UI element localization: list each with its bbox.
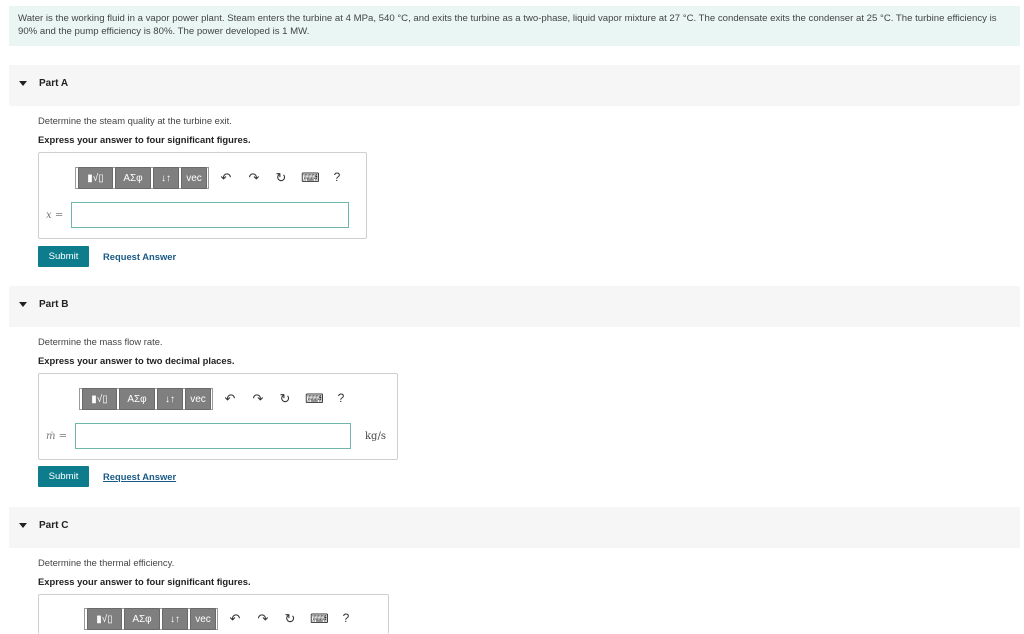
part-c-instruction: Express your answer to four significant … xyxy=(38,576,251,587)
keyboard-icon[interactable]: ⌨ xyxy=(301,170,320,186)
greek-symbols-button[interactable]: ΑΣφ xyxy=(115,167,151,189)
collapse-caret-icon[interactable] xyxy=(19,302,27,307)
templates-button[interactable]: ▮√▯ xyxy=(82,388,117,410)
part-c-question: Determine the thermal efficiency. xyxy=(38,557,175,568)
undo-icon[interactable]: ↶ xyxy=(227,611,243,627)
sub-superscript-button[interactable]: ↓↑ xyxy=(153,167,179,189)
part-a-label: Part A xyxy=(39,78,69,89)
part-b-header[interactable]: Part B xyxy=(9,286,1020,327)
part-c-header[interactable]: Part C xyxy=(9,507,1020,548)
keyboard-icon[interactable]: ⌨ xyxy=(310,611,329,627)
vector-button[interactable]: vec xyxy=(185,388,211,410)
part-b-submit-button[interactable]: Submit xyxy=(38,466,89,487)
redo-icon[interactable]: ↷ xyxy=(250,391,266,407)
vector-button[interactable]: vec xyxy=(190,608,216,630)
part-b-label: Part B xyxy=(39,299,69,310)
templates-button[interactable]: ▮√▯ xyxy=(78,167,113,189)
part-a-answer-input[interactable] xyxy=(71,202,349,228)
part-a-variable-label: x = xyxy=(46,210,64,221)
help-icon[interactable]: ? xyxy=(333,391,349,405)
undo-icon[interactable]: ↶ xyxy=(218,170,234,186)
sub-superscript-button[interactable]: ↓↑ xyxy=(162,608,188,630)
part-b-unit-label: kg/s xyxy=(365,431,386,442)
templates-button[interactable]: ▮√▯ xyxy=(87,608,122,630)
reset-icon[interactable]: ↻ xyxy=(273,170,289,186)
greek-symbols-button[interactable]: ΑΣφ xyxy=(119,388,155,410)
keyboard-icon[interactable]: ⌨ xyxy=(305,391,324,407)
part-c-math-toolbar: ▮√▯ ΑΣφ ↓↑ vec ↶ ↷ ↻ ⌨ ? xyxy=(84,608,384,630)
part-b-request-answer-link[interactable]: Request Answer xyxy=(103,471,176,482)
part-b-answer-input[interactable] xyxy=(75,423,351,449)
collapse-caret-icon[interactable] xyxy=(19,81,27,86)
vector-button[interactable]: vec xyxy=(181,167,207,189)
part-a-answer-box: ▮√▯ ΑΣφ ↓↑ vec ↶ ↷ ↻ ⌨ ? x = xyxy=(38,152,367,239)
part-a-math-toolbar: ▮√▯ ΑΣφ ↓↑ vec ↶ ↷ ↻ ⌨ ? xyxy=(75,167,365,189)
greek-symbols-button[interactable]: ΑΣφ xyxy=(124,608,160,630)
part-a-question: Determine the steam quality at the turbi… xyxy=(38,115,232,126)
problem-statement: Water is the working fluid in a vapor po… xyxy=(9,6,1020,46)
reset-icon[interactable]: ↻ xyxy=(277,391,293,407)
problem-text: Water is the working fluid in a vapor po… xyxy=(18,13,997,37)
part-a-submit-button[interactable]: Submit xyxy=(38,246,89,267)
redo-icon[interactable]: ↷ xyxy=(255,611,271,627)
part-c-answer-box: ▮√▯ ΑΣφ ↓↑ vec ↶ ↷ ↻ ⌨ ? xyxy=(38,594,389,634)
sub-superscript-button[interactable]: ↓↑ xyxy=(157,388,183,410)
part-b-instruction: Express your answer to two decimal place… xyxy=(38,355,235,366)
undo-icon[interactable]: ↶ xyxy=(222,391,238,407)
part-b-math-toolbar: ▮√▯ ΑΣφ ↓↑ vec ↶ ↷ ↻ ⌨ ? xyxy=(79,388,379,410)
part-a-header[interactable]: Part A xyxy=(9,65,1020,106)
help-icon[interactable]: ? xyxy=(338,611,354,625)
part-a-request-answer-link[interactable]: Request Answer xyxy=(103,251,176,262)
help-icon[interactable]: ? xyxy=(329,170,345,184)
part-b-question: Determine the mass flow rate. xyxy=(38,336,163,347)
part-b-answer-box: ▮√▯ ΑΣφ ↓↑ vec ↶ ↷ ↻ ⌨ ? ṁ = kg/s xyxy=(38,373,398,460)
collapse-caret-icon[interactable] xyxy=(19,523,27,528)
part-c-label: Part C xyxy=(39,520,69,531)
redo-icon[interactable]: ↷ xyxy=(246,170,262,186)
part-b-variable-label: ṁ = xyxy=(46,431,68,442)
part-a-instruction: Express your answer to four significant … xyxy=(38,134,251,145)
reset-icon[interactable]: ↻ xyxy=(282,611,298,627)
